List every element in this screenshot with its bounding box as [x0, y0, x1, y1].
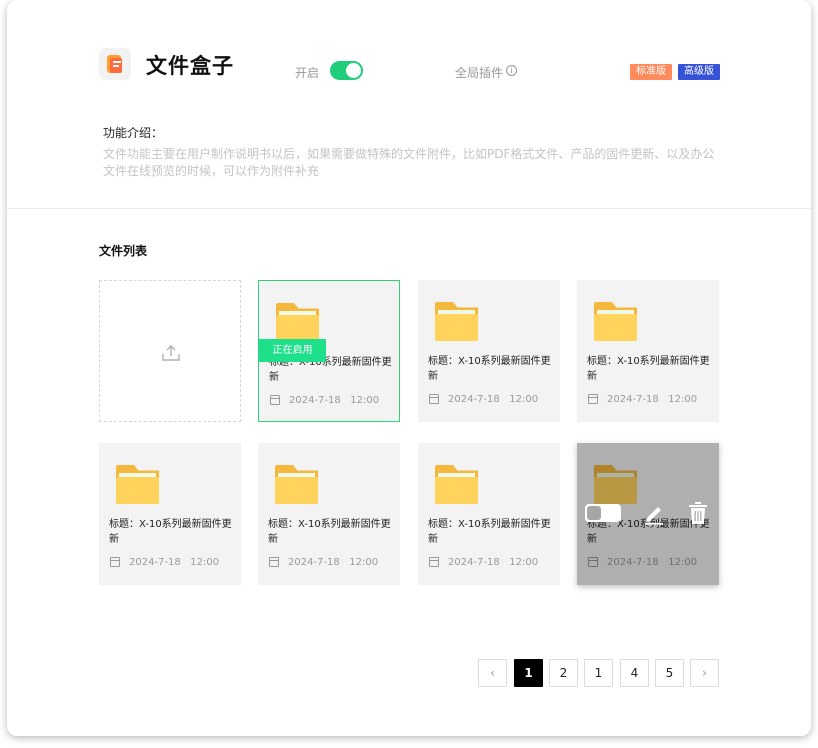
folder-icon: [435, 465, 478, 504]
page-button[interactable]: 1: [584, 659, 613, 687]
calendar-icon: [429, 557, 439, 567]
page-button[interactable]: 4: [620, 659, 649, 687]
file-card[interactable]: 标题：X-10系列最新固件更新 2024-7-18 12:00: [418, 443, 560, 585]
enable-file-toggle[interactable]: [585, 504, 621, 522]
toggle-knob: [346, 63, 361, 78]
file-date: 2024-7-18 12:00: [448, 394, 539, 405]
file-title: 标题：X-10系列最新固件更新: [109, 519, 232, 545]
file-card[interactable]: 标题：X-10系列最新固件更新 2024-7-18 12:00: [258, 443, 400, 585]
standard-edition-badge: 标准版: [630, 64, 672, 80]
file-title: 标题：X-10系列最新固件更新: [587, 356, 710, 382]
app-logo-icon: [99, 48, 131, 80]
calendar-icon: [270, 395, 280, 405]
file-title: 标题：X-10系列最新固件更新: [428, 356, 551, 382]
file-date: 2024-7-18 12:00: [289, 395, 380, 406]
file-card[interactable]: 标题：X-10系列最新固件更新 正在启用 2024-7-18 12:00: [258, 280, 400, 422]
page-button-current[interactable]: 1: [514, 659, 543, 687]
upload-card[interactable]: [99, 280, 241, 422]
pro-edition-badge: 高级版: [678, 64, 720, 80]
file-date: 2024-7-18 12:00: [448, 557, 539, 568]
next-page-button[interactable]: ›: [690, 659, 719, 687]
calendar-icon: [429, 394, 439, 404]
file-card[interactable]: 标题：X-10系列最新固件更新 2024-7-18 12:00: [577, 280, 719, 422]
enable-toggle[interactable]: [330, 61, 363, 80]
folder-icon: [594, 302, 637, 341]
section-divider: [7, 208, 811, 209]
file-list-title: 文件列表: [99, 244, 148, 258]
file-date: 2024-7-18 12:00: [607, 394, 698, 405]
file-title: 标题：X-10系列最新固件更新: [268, 519, 391, 545]
file-date: 2024-7-18 12:00: [129, 557, 220, 568]
global-plugin-label: 全局插件: [455, 66, 504, 80]
page-button[interactable]: 2: [549, 659, 578, 687]
file-card[interactable]: 标题：X-10系列最新固件更新 2024-7-18 12:00: [418, 280, 560, 422]
folder-icon: [116, 465, 159, 504]
page-button[interactable]: 5: [655, 659, 684, 687]
calendar-icon: [588, 394, 598, 404]
file-date: 2024-7-18 12:00: [288, 557, 379, 568]
intro-title: 功能介绍：: [103, 126, 164, 140]
file-card[interactable]: 标题：X-10系列最新固件更新 2024-7-18 12:00: [99, 443, 241, 585]
folder-icon: [275, 465, 318, 504]
card-actions: [585, 501, 711, 527]
calendar-icon: [110, 557, 120, 567]
info-icon[interactable]: i: [506, 65, 517, 76]
folder-icon: [435, 302, 478, 341]
enable-label: 开启: [295, 66, 320, 80]
file-title: 标题：X-10系列最新固件更新: [428, 519, 551, 545]
prev-page-button[interactable]: ‹: [478, 659, 507, 687]
edit-icon[interactable]: [643, 501, 665, 525]
upload-icon: [162, 345, 180, 361]
active-tag: 正在启用: [259, 339, 326, 362]
file-card-hovered[interactable]: 标题：X-10系列最新固件更新 2024-7-18 12:00: [577, 443, 719, 585]
folder-icon: [276, 303, 319, 342]
delete-icon[interactable]: [687, 501, 709, 525]
intro-text: 文件功能主要在用户制作说明书以后，如果需要做特殊的文件附件，比如PDF格式文件、…: [103, 147, 715, 178]
calendar-icon: [269, 557, 279, 567]
app-title: 文件盒子: [146, 54, 234, 78]
